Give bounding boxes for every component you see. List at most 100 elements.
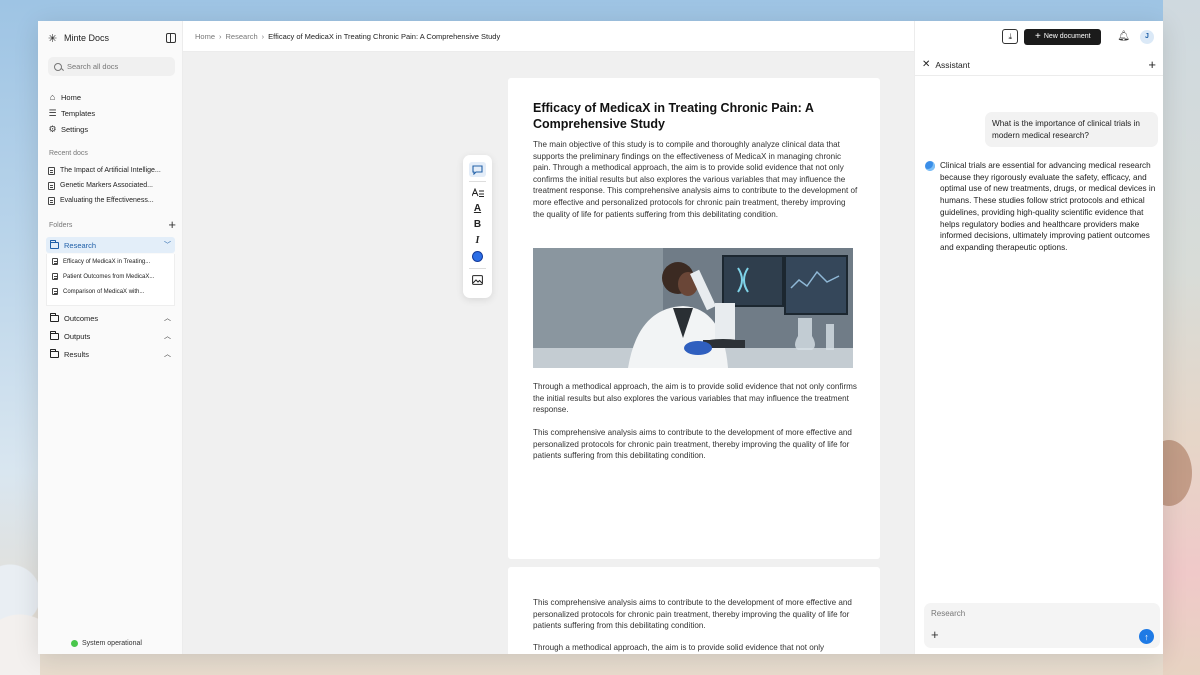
lab-scientist-image <box>533 248 853 368</box>
italic-icon[interactable]: I <box>469 233 486 248</box>
system-status: System operational <box>71 640 142 647</box>
sidebar-item-label: Home <box>61 92 82 102</box>
breadcrumb-home[interactable]: Home <box>195 32 215 41</box>
document-page[interactable]: Efficacy of MedicaX in Treating Chronic … <box>508 78 880 559</box>
folder-doc-title: Efficacy of MedicaX in Treating... <box>63 258 151 265</box>
document-paragraph[interactable]: Through a methodical approach, the aim i… <box>533 381 858 416</box>
templates-icon: ☰ <box>48 107 57 118</box>
plus-icon: + <box>1035 30 1041 42</box>
color-picker[interactable] <box>469 249 486 264</box>
send-button[interactable]: ↑ <box>1139 629 1154 644</box>
folder-label: Outputs <box>64 331 91 341</box>
chevron-down-icon[interactable]: ﹀ <box>164 240 171 250</box>
folder-doc-title: Patient Outcomes from MedicaX... <box>63 273 155 280</box>
status-dot-icon <box>71 640 78 647</box>
document-icon <box>52 273 58 280</box>
insert-image-icon[interactable] <box>469 272 486 287</box>
folders-label: Folders <box>49 221 73 229</box>
document-paragraph[interactable]: This comprehensive analysis aims to cont… <box>533 427 858 462</box>
folder-label: Research <box>64 240 97 250</box>
bold-icon[interactable]: B <box>469 217 486 232</box>
top-actions: ⤓ + New document 🔔︎ J <box>915 21 1163 52</box>
home-icon: ⌂ <box>49 92 56 102</box>
sidebar-item-label: Templates <box>61 108 96 118</box>
folder-research[interactable]: Research ﹀ <box>46 237 175 253</box>
assistant-header: ✕ Assistant + <box>915 54 1163 76</box>
folder-results[interactable]: Results ︿ <box>50 346 175 362</box>
folder-label: Results <box>64 349 90 359</box>
recent-doc-item[interactable]: The Impact of Artificial Intellige... <box>48 163 176 178</box>
document-page-2[interactable]: This comprehensive analysis aims to cont… <box>508 567 880 654</box>
folder-open-icon <box>50 239 59 249</box>
document-icon <box>52 288 58 295</box>
text-size-icon[interactable] <box>469 185 486 200</box>
comment-icon[interactable] <box>469 162 486 177</box>
chevron-right-icon: › <box>219 31 222 41</box>
recent-doc-title: The Impact of Artificial Intellige... <box>60 167 161 174</box>
document-icon <box>48 196 55 205</box>
add-folder-icon[interactable]: + <box>168 218 176 231</box>
document-title[interactable]: Efficacy of MedicaX in Treating Chronic … <box>533 101 843 132</box>
folder-doc-title: Comparison of MedicaX with... <box>63 288 145 295</box>
new-document-button[interactable]: + New document <box>1024 28 1102 45</box>
search-icon <box>54 62 62 71</box>
recent-doc-item[interactable]: Genetic Markers Associated... <box>48 178 176 193</box>
avatar[interactable]: J <box>1140 29 1154 44</box>
text-color-icon[interactable]: A <box>469 201 486 216</box>
folder-doc-item[interactable]: Patient Outcomes from MedicaX... <box>52 269 174 284</box>
recent-docs-label: Recent docs <box>49 150 88 157</box>
assistant-avatar-icon <box>925 161 935 171</box>
app-name: Minte Docs <box>64 33 110 43</box>
chevron-up-icon[interactable]: ︿ <box>164 349 171 359</box>
document-paragraph[interactable]: The main objective of this study is to c… <box>533 139 858 220</box>
folder-icon <box>50 348 59 358</box>
recent-docs-list: The Impact of Artificial Intellige... Ge… <box>48 163 176 208</box>
status-text: System operational <box>82 640 142 647</box>
sidebar-toggle-icon[interactable] <box>166 33 176 43</box>
folder-doc-item[interactable]: Comparison of MedicaX with... <box>52 284 174 299</box>
search-input[interactable] <box>67 62 167 71</box>
recent-doc-title: Genetic Markers Associated... <box>60 182 153 189</box>
background-scenery <box>1146 0 1200 675</box>
logo-icon: ✳ <box>48 32 58 45</box>
assistant-message-text: Clinical trials are essential for advanc… <box>940 161 1156 252</box>
sidebar-nav: ⌂ Home ☰ Templates ⚙ Settings <box>48 89 176 137</box>
new-chat-icon[interactable]: + <box>1148 58 1156 71</box>
main-editor-area: Home › Research › Efficacy of MedicaX in… <box>183 21 914 654</box>
formatting-toolbar: A B I <box>463 155 492 298</box>
search-box[interactable] <box>48 57 175 76</box>
add-attachment-icon[interactable]: + <box>931 627 939 642</box>
brand-header: ✳ Minte Docs <box>48 31 176 45</box>
document-icon <box>48 166 55 175</box>
user-message: What is the importance of clinical trial… <box>985 112 1158 147</box>
app-window: ✳ Minte Docs ⌂ Home ☰ Templates ⚙ Settin… <box>38 21 1163 654</box>
recent-doc-item[interactable]: Evaluating the Effectiveness... <box>48 193 176 208</box>
folder-label: Outcomes <box>64 313 99 323</box>
gear-icon: ⚙ <box>48 123 57 134</box>
sidebar-item-templates[interactable]: ☰ Templates <box>48 105 176 121</box>
lab-illustration <box>533 248 853 368</box>
close-icon[interactable]: ✕ <box>922 59 930 70</box>
folder-outcomes[interactable]: Outcomes ︿ <box>50 310 175 326</box>
sidebar-item-home[interactable]: ⌂ Home <box>48 89 176 105</box>
chevron-up-icon[interactable]: ︿ <box>164 313 171 323</box>
folder-research-children: Efficacy of MedicaX in Treating... Patie… <box>46 254 175 306</box>
background-clouds <box>0 475 40 675</box>
document-paragraph[interactable]: Through a methodical approach, the aim i… <box>533 642 858 654</box>
chevron-up-icon[interactable]: ︿ <box>164 331 171 341</box>
folder-outputs[interactable]: Outputs ︿ <box>50 328 175 344</box>
breadcrumb: Home › Research › Efficacy of MedicaX in… <box>183 21 914 52</box>
chat-input-box: + ↑ <box>924 603 1160 648</box>
sidebar-item-settings[interactable]: ⚙ Settings <box>48 121 176 137</box>
chat-input[interactable] <box>931 609 1131 623</box>
document-paragraph[interactable]: This comprehensive analysis aims to cont… <box>533 597 858 632</box>
breadcrumb-research[interactable]: Research <box>226 32 258 41</box>
folder-doc-item[interactable]: Efficacy of MedicaX in Treating... <box>52 254 174 269</box>
download-icon[interactable]: ⤓ <box>1002 29 1019 44</box>
folder-icon <box>50 312 59 322</box>
assistant-message: Clinical trials are essential for advanc… <box>925 160 1159 254</box>
sidebar-item-label: Settings <box>61 124 89 134</box>
color-swatch <box>472 251 483 262</box>
folders-header: Folders + <box>49 218 176 231</box>
bell-icon[interactable]: 🔔︎ <box>1117 31 1130 42</box>
